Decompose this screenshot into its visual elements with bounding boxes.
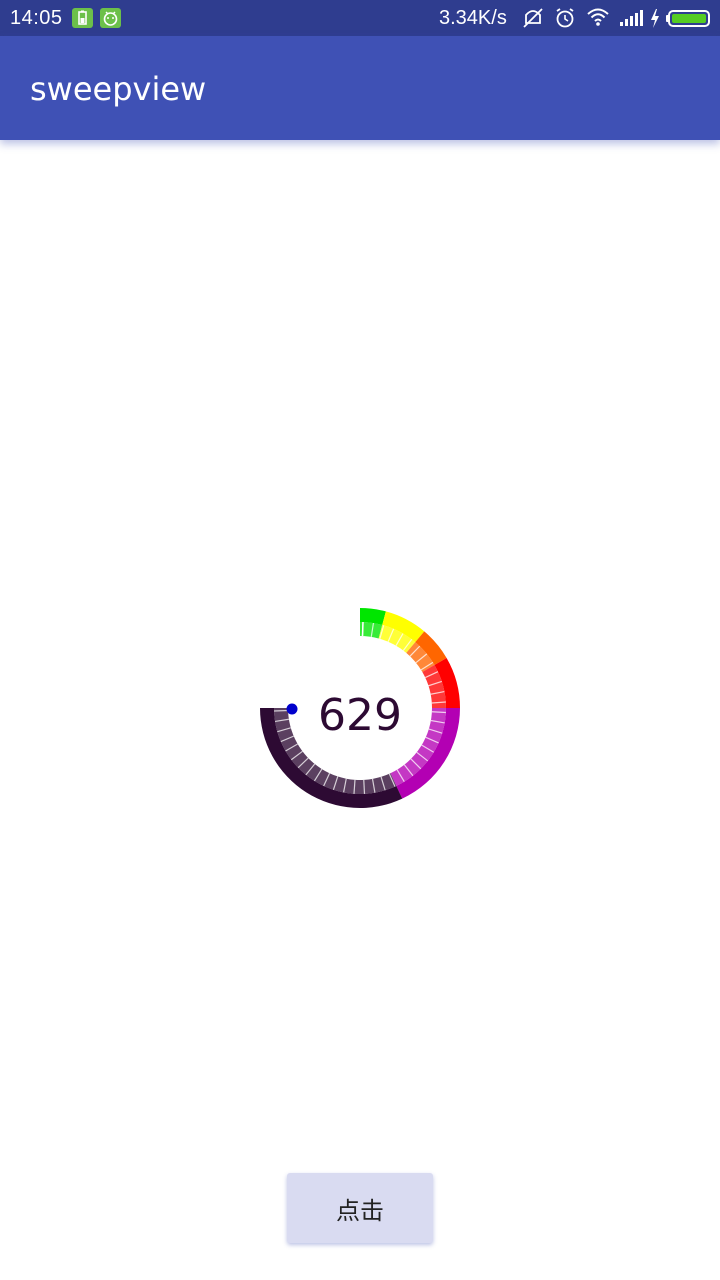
gauge-tick (363, 779, 366, 794)
sweep-gauge (260, 608, 460, 808)
gauge-value: 629 (318, 690, 402, 741)
gauge-indicator-dot (286, 703, 298, 715)
click-button[interactable]: 点击 (287, 1173, 433, 1243)
gauge-tick (431, 711, 446, 714)
